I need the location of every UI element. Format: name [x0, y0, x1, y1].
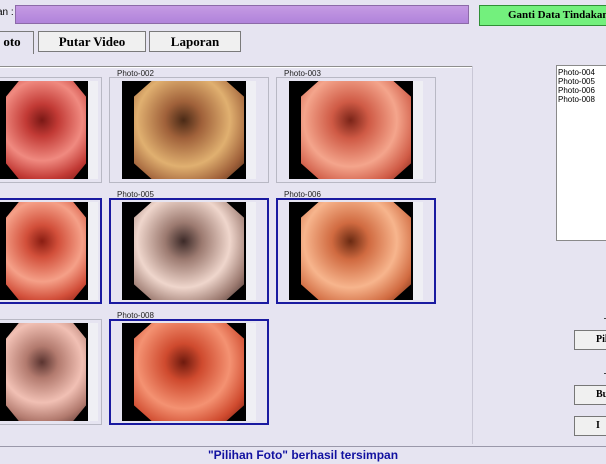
photo-thumbnail-selected[interactable]: Photo-008	[109, 311, 269, 425]
photo-frame	[109, 198, 269, 304]
patient-header: an : Ganti Data Tindakan I	[0, 0, 606, 28]
list-item[interactable]: Photo-004	[558, 68, 606, 77]
photo-thumbnail[interactable]	[0, 311, 102, 425]
endoscopy-image	[122, 323, 256, 421]
endoscopy-image	[0, 81, 98, 179]
photo-frame	[109, 77, 269, 183]
photo-thumbnail-selected[interactable]: Photo-006	[276, 190, 436, 304]
endoscopy-image	[0, 323, 98, 421]
tab-play-video[interactable]: Putar Video	[38, 31, 146, 52]
tab-report[interactable]: Laporan	[149, 31, 241, 52]
list-item[interactable]: Photo-008	[558, 95, 606, 104]
list-item[interactable]: Photo-006	[558, 86, 606, 95]
photo-frame	[276, 198, 436, 304]
photo-frame	[0, 198, 102, 304]
photo-thumbnail-selected[interactable]: Photo-005	[109, 190, 269, 304]
tab-divider-highlight	[0, 67, 472, 68]
panel-separator	[472, 66, 473, 444]
patient-name-field[interactable]	[15, 5, 469, 24]
photo-thumbnail[interactable]	[0, 69, 102, 183]
endoscopy-image	[289, 202, 423, 300]
change-action-data-button[interactable]: Ganti Data Tindakan I	[479, 5, 606, 26]
selected-photos-list[interactable]: Photo-004 Photo-005 Photo-006 Photo-008	[556, 65, 606, 241]
endoscopy-image	[122, 81, 256, 179]
endoscopy-image	[289, 81, 423, 179]
choose-button[interactable]: Pil	[574, 330, 606, 350]
side-action-button[interactable]: I	[574, 416, 606, 436]
status-bar: "Pilihan Foto" berhasil tersimpan	[0, 446, 606, 464]
photo-frame	[0, 319, 102, 425]
endoscopy-image	[122, 202, 256, 300]
photo-thumbnail[interactable]: Photo-002	[109, 69, 269, 183]
open-button[interactable]: Bu	[574, 385, 606, 405]
endoscopy-image	[0, 202, 98, 300]
list-item[interactable]: Photo-005	[558, 77, 606, 86]
tab-foto[interactable]: oto	[0, 31, 34, 54]
photo-frame	[0, 77, 102, 183]
status-message: "Pilihan Foto" berhasil tersimpan	[207, 448, 399, 462]
photo-thumbnail-selected[interactable]	[0, 190, 102, 304]
name-label: an :	[0, 7, 14, 18]
photo-frame	[276, 77, 436, 183]
photo-thumbnail[interactable]: Photo-003	[276, 69, 436, 183]
photo-frame	[109, 319, 269, 425]
